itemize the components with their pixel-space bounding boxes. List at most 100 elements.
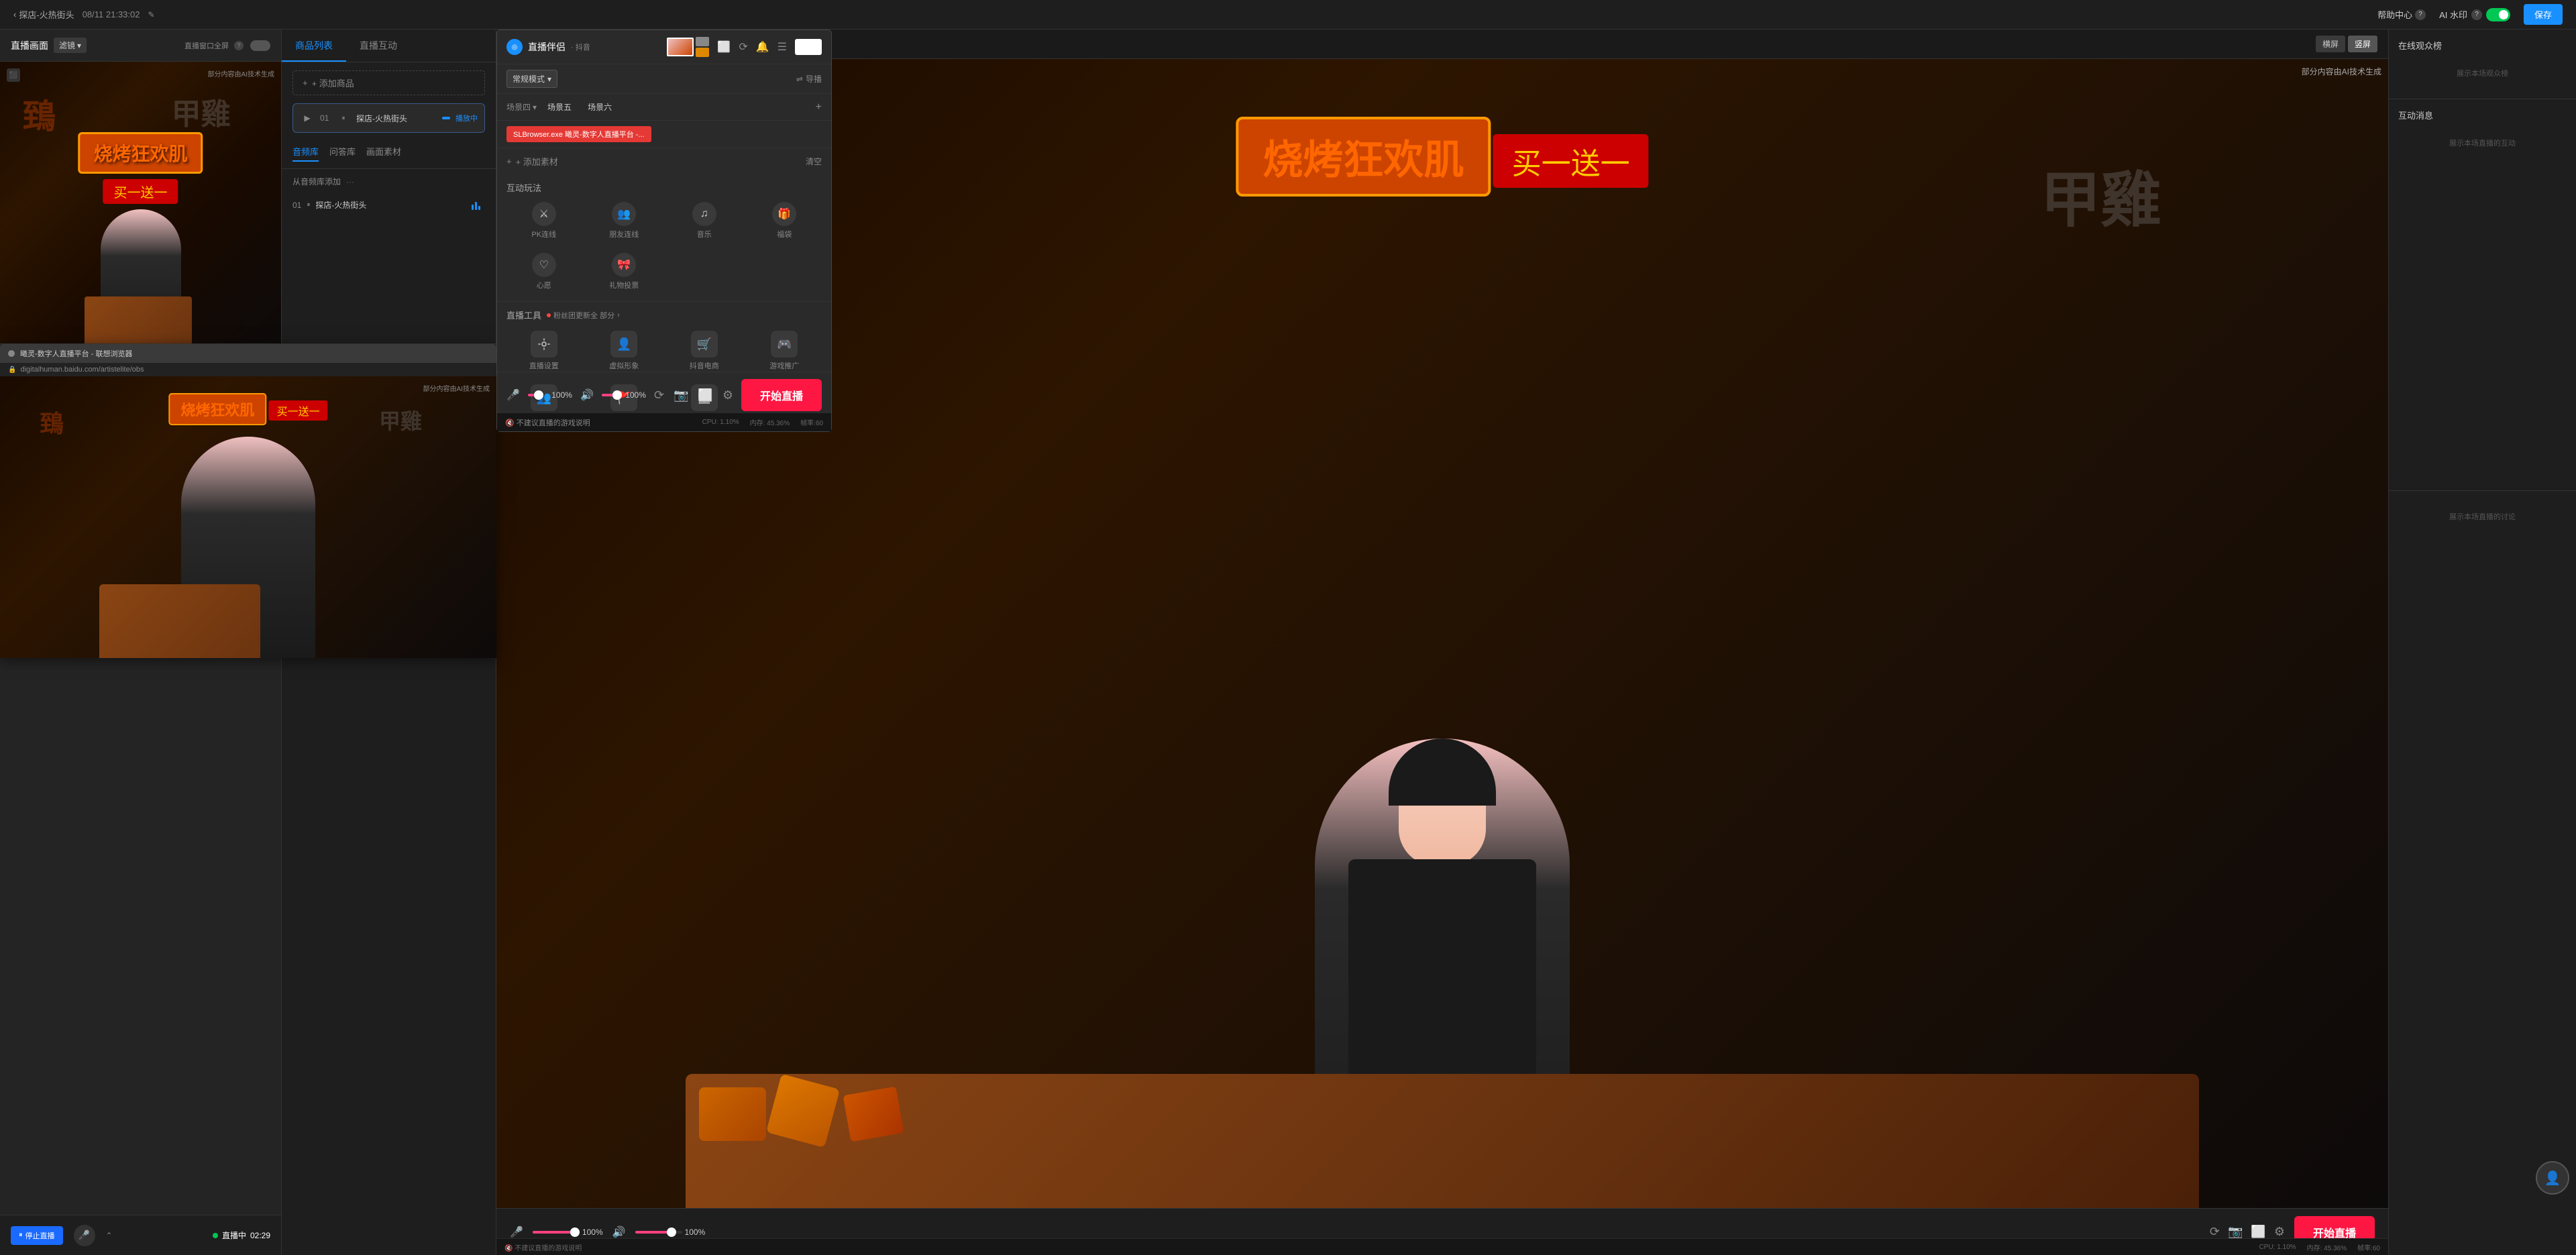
tab-live-interact[interactable]: 直播互动 [346,30,411,62]
tab-products[interactable]: 商品列表 [282,30,346,62]
add-icon: + [303,78,308,88]
companion-header-right: ⬜ ⟳ 🔔 ☰ [667,37,822,57]
ai-watermark-toggle[interactable] [2486,8,2510,21]
add-material-icon: + [506,156,512,166]
add-text: + 添加商品 [312,76,354,89]
tool-ecommerce[interactable]: 🛒 抖音电商 [667,327,742,375]
record-button[interactable]: ⟳ [654,388,664,402]
save-button[interactable]: 保存 [2524,4,2563,25]
fullscreen-toggle[interactable] [250,40,270,51]
right-record-button[interactable]: ⟳ [2210,1225,2220,1239]
friends-label: 朋友连线 [609,229,639,239]
right-settings-button[interactable]: ⚙ [2274,1225,2285,1239]
left-panel-chevron-up[interactable]: ⌃ [106,1231,113,1240]
right-speaker-button[interactable]: 🔊 [612,1225,626,1239]
tab-material[interactable]: 画面素材 [366,145,401,162]
guide-button[interactable]: ⇌ 导播 [796,73,822,85]
companion-mic-button[interactable]: 🎤 [506,388,520,402]
scene-btn-5[interactable]: 场景五 [542,99,577,115]
mode-select[interactable]: 常规模式 ▾ [506,70,557,88]
mic-volume-slider[interactable] [528,394,543,396]
speaker-volume-percent: 100% [625,390,646,400]
companion-speaker-button[interactable]: 🔊 [580,388,594,402]
preview-screen: ⬛ 部分内容由AI技术生成 鵄 甲雞 烧烤狂欢肌 买一送一 [0,62,281,343]
host-center-icon[interactable]: ⬜ [717,40,731,54]
right-cpu: CPU: 1.10% [2259,1244,2296,1251]
browser-title: 曦灵-数字人直播平台 - 联想浏览器 [20,348,132,359]
ai-watermark-text: AI 水印 [2439,8,2467,21]
view-toggle-group: 横屏 竖屏 [2316,36,2377,52]
companion-screen-icon [795,39,822,55]
browser-content: 部分内容由AI技术生成 烧烤狂欢肌 买一送一 鵄 甲雞 [0,376,496,658]
audio-add-button[interactable]: 从音频库添加 [292,176,341,187]
gift-vote-label: 礼物投票 [609,280,639,290]
interaction-pk[interactable]: ⚔ PK连线 [506,198,582,243]
speaker-volume-slider[interactable] [602,394,617,396]
tab-audio[interactable]: 音频库 [292,145,319,162]
speaker-volume-knob[interactable] [612,390,622,400]
interaction-friends[interactable]: 👥 朋友连线 [587,198,662,243]
stop-icon: ⏸ [19,1231,23,1240]
companion-toolbar-icons: ⟳ 📷 ⬜ ⚙ [654,388,733,402]
right-speaker-knob [667,1227,676,1237]
pause-button-01[interactable]: ⏸ [336,111,351,125]
interaction-wish[interactable]: ♡ 心愿 [506,249,582,294]
audio-pause-01[interactable]: ⏸ [307,201,310,209]
fans-dot [547,313,551,317]
display-button[interactable]: ⬜ [698,388,712,402]
right-mic-knob [570,1227,580,1237]
app-badge-text: SLBrowser.exe 曦灵-数字人直播平台 -... [513,129,645,140]
audio-item-01: 01 ⏸ 探店-火热街头 [282,194,496,216]
scene-text: 场景四 [506,101,531,113]
right-screenshot-button[interactable]: 📷 [2228,1225,2243,1239]
left-mic-button[interactable]: 🎤 [74,1225,95,1246]
companion-settings-btn[interactable]: ⚙ [722,388,733,402]
product-row-01: ▶ 01 ⏸ 探店-火热街头 播放中 [300,111,478,125]
edit-icon[interactable]: ✎ [148,10,154,19]
right-mic-slider[interactable] [533,1231,580,1234]
play-button-01[interactable]: ▶ [300,111,315,125]
gift-bag-icon: 🎁 [772,202,796,226]
scene-btn-6[interactable]: 场景六 [582,99,617,115]
right-mic-button[interactable]: 🎤 [510,1225,523,1239]
scene-add-button[interactable]: + [816,101,822,113]
companion-subtitle: · 抖音 [571,42,590,52]
interaction-music[interactable]: ♫ 音乐 [667,198,742,243]
stop-live-button[interactable]: ⏸ 停止直播 [11,1226,63,1245]
camera-button[interactable]: 📷 [674,388,688,402]
right-speaker-slider[interactable] [635,1231,682,1234]
datetime-display: 08/11 21:33:02 [83,9,140,19]
add-material-button[interactable]: + + 添加素材 [506,155,558,168]
right-no-game-text: 不建议直播的游戏说明 [515,1245,582,1252]
interaction-gift-bag[interactable]: 🎁 福袋 [747,198,822,243]
second-ai-badge: 部分内容由AI技术生成 [423,383,490,393]
filter-button[interactable]: 滤镜 ▾ [54,38,87,53]
bbq-subtitle-left: 买一送一 [103,179,178,204]
guide-text: 导播 [806,73,822,85]
right-display-button[interactable]: ⬜ [2251,1225,2265,1239]
tool-game-promo[interactable]: 🎮 游戏推广 [747,327,822,375]
vertical-view-btn[interactable]: 竖屏 [2348,36,2377,52]
tool-live-settings[interactable]: 直播设置 [506,327,582,375]
music-label: 音乐 [697,229,712,239]
companion-alert-icon[interactable]: 🔔 [756,40,769,54]
clear-button[interactable]: 清空 [806,156,822,167]
help-button[interactable]: 帮助中心 ? [2377,8,2426,21]
start-live-button[interactable]: 开始直播 [741,379,822,411]
screenshot-button[interactable]: ⬛ [7,68,20,82]
top-bar: ‹ 探店-火热街头 08/11 21:33:02 ✎ 帮助中心 ? AI 水印 … [0,0,2576,30]
tool-virtual-avatar[interactable]: 👤 虚拟形象 [587,327,662,375]
back-button[interactable]: ‹ 探店-火热街头 [13,8,74,21]
gift-bag-label: 福袋 [777,229,792,239]
interaction-gift-vote[interactable]: 🎀 礼物投票 [587,249,662,294]
avatar-bubble[interactable]: 👤 [2536,1161,2569,1195]
mic-volume-knob[interactable] [534,390,543,400]
add-product-button[interactable]: + + 添加商品 [292,70,485,95]
app-badge: SLBrowser.exe 曦灵-数字人直播平台 -... [506,126,651,142]
more-button[interactable]: ··· [346,177,354,186]
tab-qa[interactable]: 问答库 [329,145,356,162]
gift-vote-icon: 🎀 [612,253,636,277]
companion-settings-icon[interactable]: ⟳ [739,40,747,54]
horizontal-view-btn[interactable]: 横屏 [2316,36,2345,52]
companion-menu-icon[interactable]: ☰ [777,40,787,54]
